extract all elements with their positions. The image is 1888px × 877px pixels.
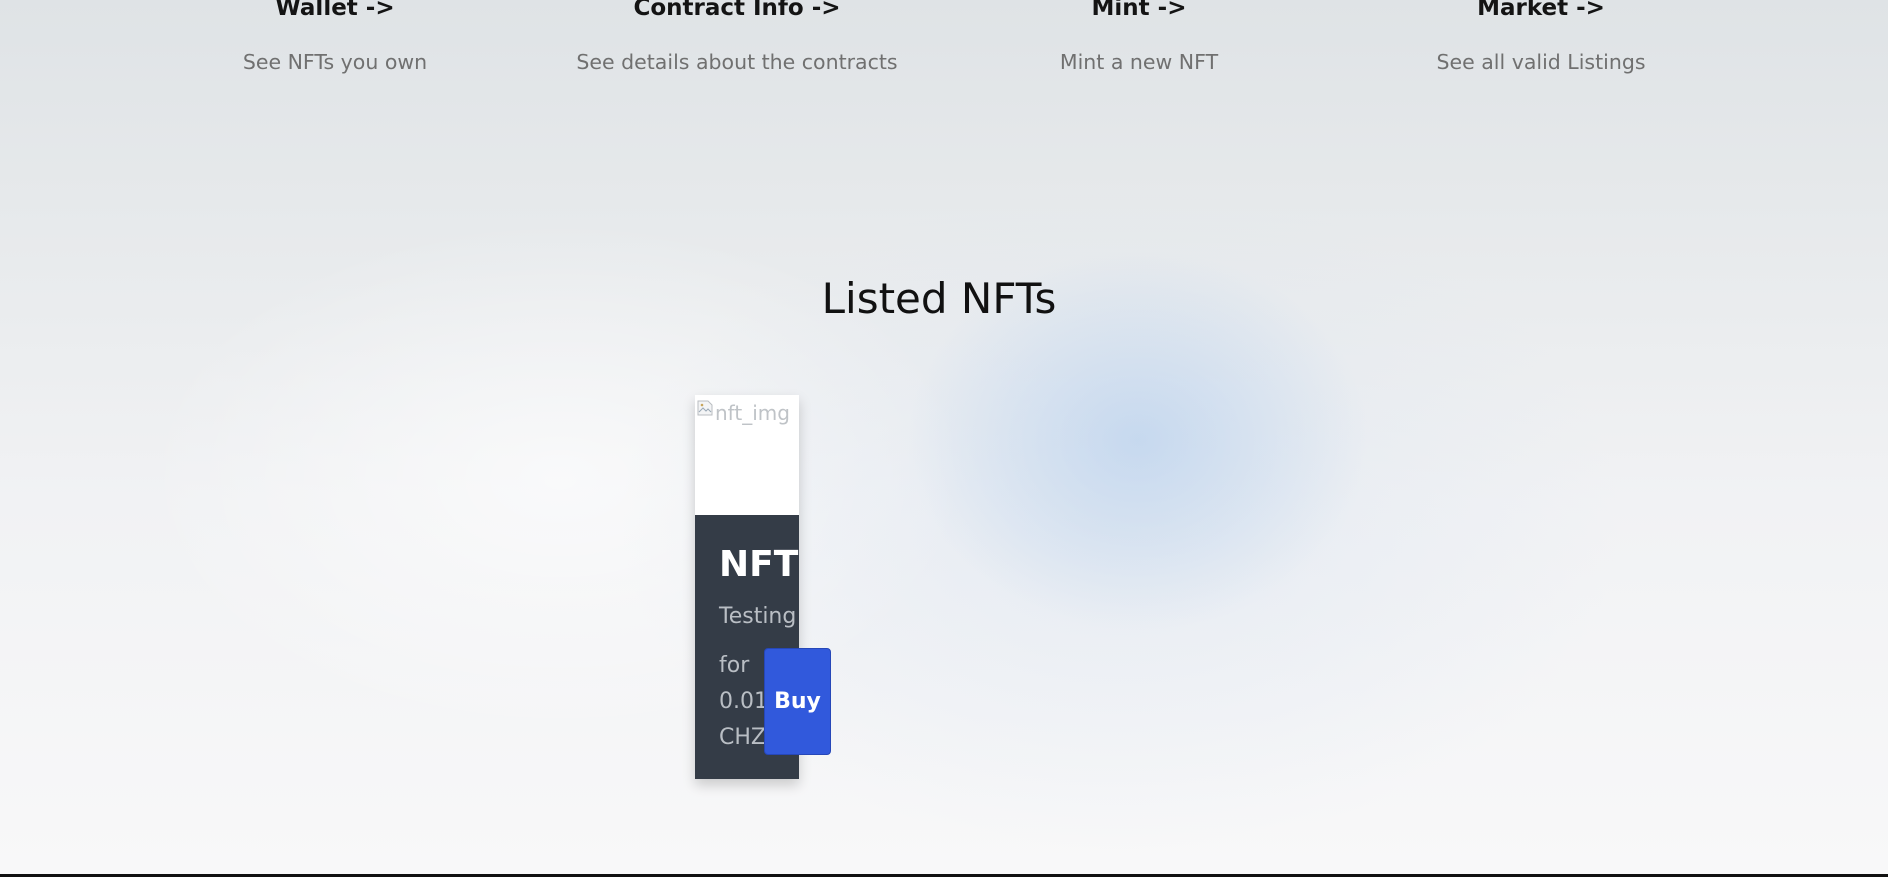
nav-grid: Wallet -> See NFTs you own Contract Info… — [0, 0, 1888, 90]
nft-name: NFT — [719, 544, 799, 585]
nav-contract-info-title[interactable]: Contract Info -> — [537, 0, 937, 23]
nft-description: Testing — [719, 604, 797, 629]
nav-market-title[interactable]: Market -> — [1341, 0, 1741, 23]
nav-contract-info-description: See details about the contracts — [576, 50, 898, 74]
section-title: Listed NFTs — [0, 270, 1878, 328]
nav-market-description: See all valid Listings — [1436, 50, 1646, 74]
nav-mint-description: Mint a new NFT — [1059, 50, 1219, 74]
nft-image: nft_img — [695, 395, 799, 515]
nav-wallet-title[interactable]: Wallet -> — [135, 0, 535, 23]
broken-image-icon — [697, 400, 713, 416]
buy-button[interactable]: Buy — [764, 648, 831, 755]
nft-image-alt-text: nft_img — [715, 401, 790, 425]
nav-mint-title[interactable]: Mint -> — [939, 0, 1339, 23]
nav-wallet-description: See NFTs you own — [242, 50, 428, 74]
